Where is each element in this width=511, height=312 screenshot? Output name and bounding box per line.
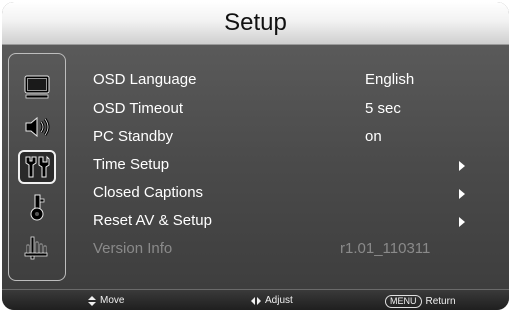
sidebar-item-picture[interactable] — [18, 70, 56, 104]
sidebar-item-audio[interactable] — [18, 110, 56, 144]
hint-adjust-label: Adjust — [265, 295, 293, 306]
submenu-arrow-icon[interactable] — [459, 217, 465, 227]
menu-value-pc-standby[interactable]: on — [365, 128, 382, 145]
menu-item-closed-captions[interactable]: Closed Captions — [93, 184, 203, 201]
hint-adjust: Adjust — [251, 295, 293, 306]
status-bar: Move Adjust MENU Return — [2, 289, 509, 310]
hint-move-label: Move — [100, 295, 125, 306]
sidebar-item-channel[interactable] — [18, 230, 56, 264]
menu-item-osd-timeout[interactable]: OSD Timeout — [93, 100, 183, 117]
menu-value-osd-language[interactable]: English — [365, 71, 414, 88]
submenu-arrow-icon[interactable] — [459, 161, 465, 171]
menu-value-version-info: r1.01_110311 — [340, 240, 431, 257]
menu-value-osd-timeout[interactable]: 5 sec — [365, 100, 401, 117]
sidebar-item-setup[interactable] — [18, 150, 56, 184]
key-lock-icon — [30, 194, 45, 221]
menu-item-osd-language[interactable]: OSD Language — [93, 71, 196, 88]
osd-window: Setup OSD Language English OSD Timeout 5… — [2, 2, 509, 310]
menu-item-reset-av-setup[interactable]: Reset AV & Setup — [93, 212, 212, 229]
menu-item-version-info: Version Info — [93, 240, 173, 257]
category-sidebar — [8, 53, 66, 281]
tv-icon — [24, 75, 50, 99]
speaker-icon — [25, 116, 50, 138]
menu-item-pc-standby[interactable]: PC Standby — [93, 128, 173, 145]
menu-key-badge: MENU — [385, 295, 422, 308]
up-down-arrow-icon — [88, 295, 96, 306]
hint-return: MENU Return — [385, 295, 456, 308]
menu-item-time-setup[interactable]: Time Setup — [93, 156, 169, 173]
sidebar-item-lock[interactable] — [18, 190, 56, 224]
title-bar: Setup — [2, 2, 509, 45]
submenu-arrow-icon[interactable] — [459, 189, 465, 199]
hint-return-label: Return — [425, 296, 456, 307]
page-title: Setup — [224, 9, 287, 36]
left-right-arrow-icon — [251, 296, 261, 305]
tools-icon — [25, 155, 50, 178]
antenna-icon — [24, 236, 48, 260]
hint-move: Move — [88, 295, 124, 306]
main-panel: OSD Language English OSD Timeout 5 sec P… — [2, 45, 509, 289]
